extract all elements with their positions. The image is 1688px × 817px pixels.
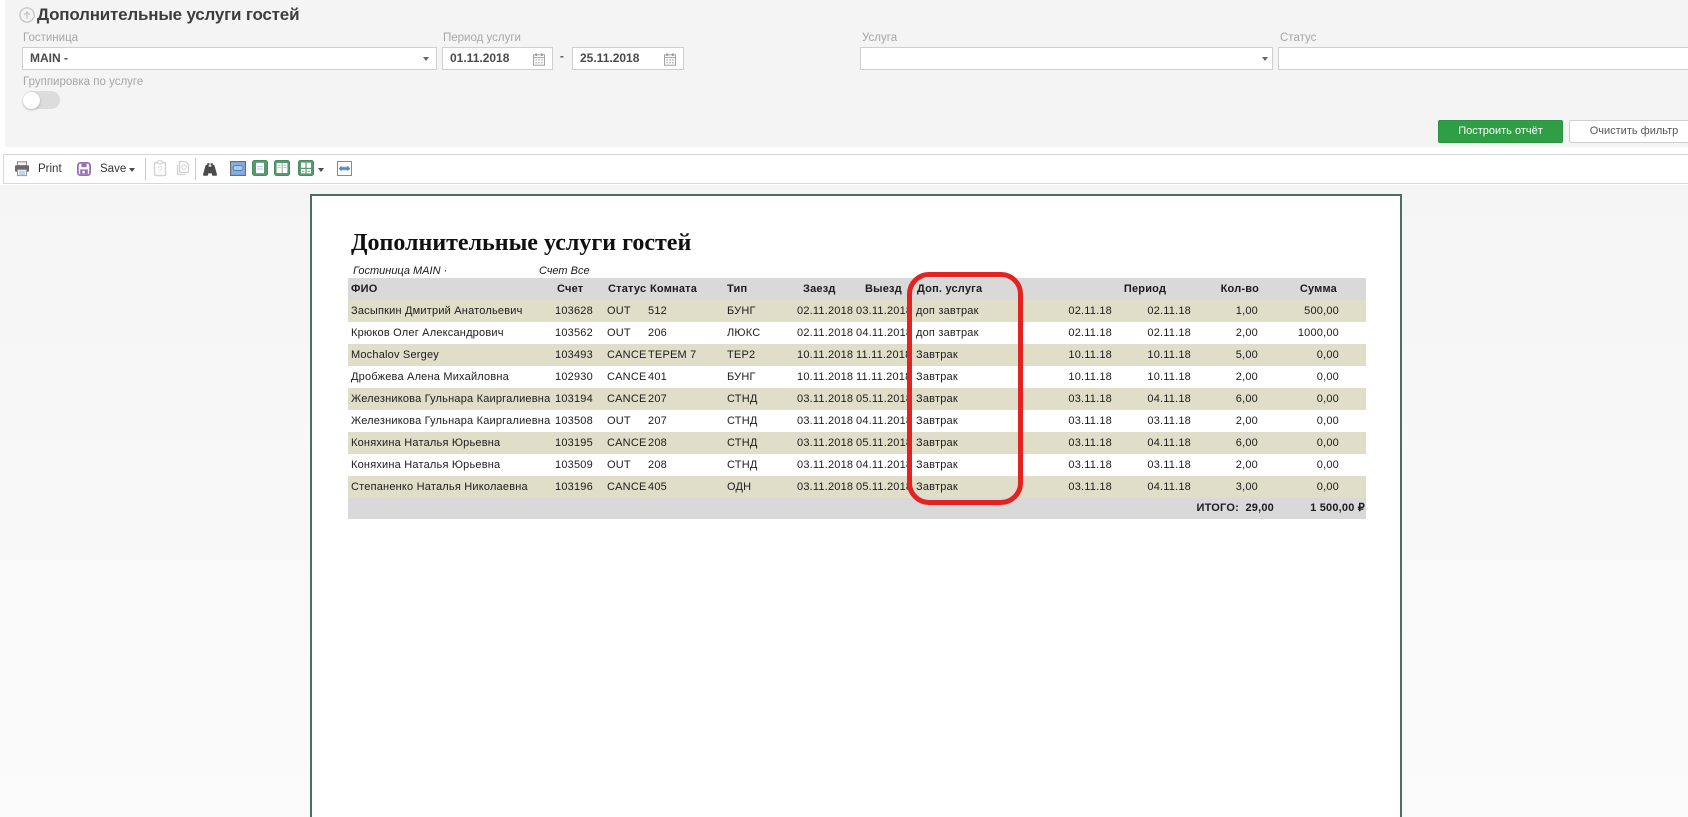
svg-text:?: ? xyxy=(158,166,163,175)
